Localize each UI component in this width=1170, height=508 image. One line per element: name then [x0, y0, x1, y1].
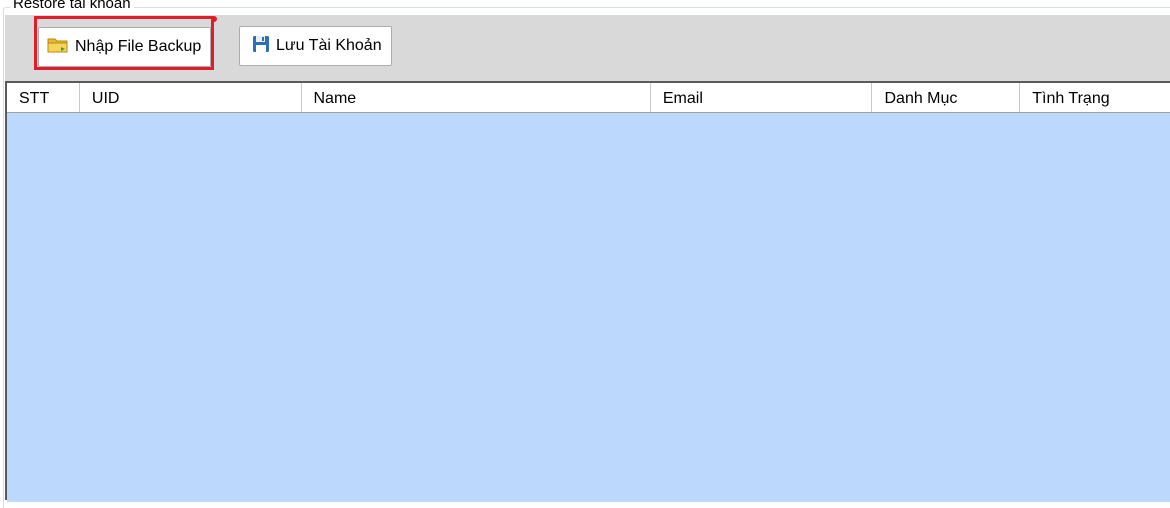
floppy-disk-icon — [252, 35, 270, 58]
restore-account-groupbox: Restore tài khoản Nhập File Backup Lưu T… — [0, 0, 1170, 508]
import-backup-button[interactable]: Nhập File Backup — [38, 27, 211, 67]
save-account-label: Lưu Tài Khoản — [276, 37, 382, 54]
column-header-status[interactable]: Tình Trạng — [1020, 83, 1170, 112]
groupbox-title: Restore tài khoản — [10, 0, 134, 13]
column-header-stt[interactable]: STT — [7, 83, 80, 112]
import-backup-label: Nhập File Backup — [75, 38, 202, 55]
save-account-button[interactable]: Lưu Tài Khoản — [239, 26, 392, 66]
column-header-category[interactable]: Danh Mục — [872, 83, 1021, 112]
highlight-marker — [211, 16, 217, 22]
column-header-email[interactable]: Email — [651, 83, 873, 112]
table-body[interactable] — [7, 113, 1170, 502]
folder-icon — [47, 36, 69, 59]
accounts-table[interactable]: STT UID Name Email Danh Mục Tình Trạng — [5, 81, 1170, 502]
column-header-uid[interactable]: UID — [80, 83, 302, 112]
table-header: STT UID Name Email Danh Mục Tình Trạng — [7, 83, 1170, 113]
column-header-name[interactable]: Name — [302, 83, 651, 112]
